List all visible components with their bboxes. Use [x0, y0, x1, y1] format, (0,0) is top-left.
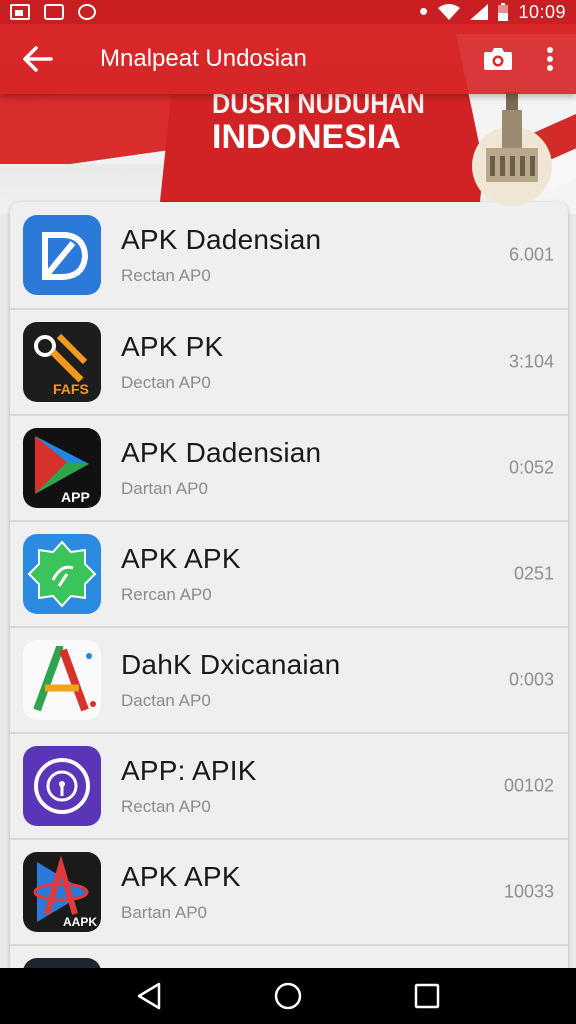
app-value: 0:003	[508, 669, 554, 690]
monument-icon	[472, 92, 552, 206]
navigation-bar	[0, 968, 576, 1024]
toolbar: Mnalpeat Undosian	[0, 24, 576, 94]
aapk-logo-icon: AAPK	[23, 852, 101, 932]
app-subtitle: Dartan AP0	[121, 479, 208, 498]
vibrate-icon: ●	[418, 3, 429, 20]
list-item[interactable]: FAFS APK PK Dectan AP0 3:104	[10, 310, 568, 416]
list-item[interactable]: APK Dadensian Rectan AP0 6.001	[10, 202, 568, 310]
back-button[interactable]	[0, 24, 76, 94]
wifi-icon	[438, 4, 461, 20]
app-screen: ● 10:09 DUSRI NUDUHAN INDONESIA Mnalpeat…	[0, 0, 576, 1024]
banner-line-1: DUSRI NUDUHAN	[212, 88, 425, 119]
svg-text:FAFS: FAFS	[53, 381, 89, 397]
nav-home-button[interactable]	[258, 968, 318, 1024]
app-list: APK Dadensian Rectan AP0 6.001 FAFS APK …	[10, 202, 568, 982]
blue-d-logo-icon	[23, 215, 101, 295]
nav-recents-button[interactable]	[397, 968, 457, 1024]
app-name: APK APK	[121, 861, 241, 892]
app-name: APK PK	[121, 331, 224, 362]
app-name: APK Dadensian	[121, 224, 322, 255]
app-value: 00102	[503, 775, 554, 796]
more-vert-icon	[547, 47, 553, 71]
app-name: APP: APIK	[121, 755, 257, 786]
fafs-key-icon: FAFS	[23, 322, 101, 402]
camera-icon	[484, 48, 512, 70]
app-value: 10033	[503, 881, 554, 902]
nav-back-icon	[138, 982, 161, 1010]
list-item[interactable]: APP: APIK Rectan AP0 00102	[10, 734, 568, 840]
app-subtitle: Dactan AP0	[121, 691, 211, 710]
app-subtitle: Rercan AP0	[121, 585, 212, 604]
list-item[interactable]: APP APK Dadensian Dartan AP0 0:052	[10, 416, 568, 522]
camera-button[interactable]	[472, 24, 524, 94]
page-title: Mnalpeat Undosian	[100, 45, 307, 72]
battery-icon	[498, 3, 509, 21]
letter-a-icon	[23, 640, 101, 720]
app-name: APK APK	[121, 543, 241, 574]
app-name: DahK Dxicanaian	[121, 649, 341, 680]
nav-back-button[interactable]	[119, 968, 179, 1024]
more-options-button[interactable]	[524, 24, 576, 94]
image-icon	[10, 4, 30, 20]
app-name: APK Dadensian	[121, 437, 322, 468]
list-item[interactable]: DahK Dxicanaian Dactan AP0 0:003	[10, 628, 568, 734]
svg-text:AAPK: AAPK	[63, 915, 97, 929]
banner-headline: DUSRI NUDUHAN INDONESIA	[212, 88, 448, 156]
green-badge-icon	[23, 534, 101, 614]
app-value: 0251	[513, 563, 554, 584]
app-value: 3:104	[508, 351, 554, 372]
app-subtitle: Rectan AP0	[121, 266, 211, 285]
nav-home-icon	[274, 982, 302, 1010]
message-icon	[44, 4, 64, 20]
nav-recents-icon	[414, 983, 439, 1009]
app-subtitle: Bartan AP0	[121, 903, 208, 922]
purple-ring-icon	[23, 746, 101, 826]
app-value: 6.001	[508, 244, 554, 265]
list-item[interactable]: AAPK APK APK Bartan AP0 10033	[10, 840, 568, 946]
app-subtitle: Rectan AP0	[121, 797, 211, 816]
clock: 10:09	[518, 1, 566, 22]
banner-line-2: INDONESIA	[212, 118, 401, 156]
cat-icon	[78, 4, 96, 20]
list-item[interactable]: APK APK Rercan AP0 0251	[10, 522, 568, 628]
app-value: 0:052	[508, 457, 554, 478]
status-bar: ● 10:09	[0, 0, 576, 24]
arrow-left-icon	[23, 46, 53, 72]
app-subtitle: Dectan AP0	[121, 373, 211, 392]
play-app-icon: APP	[23, 428, 101, 508]
header-banner: DUSRI NUDUHAN INDONESIA Mnalpeat Undosia…	[0, 24, 576, 214]
svg-text:APP: APP	[61, 489, 90, 505]
signal-icon	[470, 4, 489, 20]
